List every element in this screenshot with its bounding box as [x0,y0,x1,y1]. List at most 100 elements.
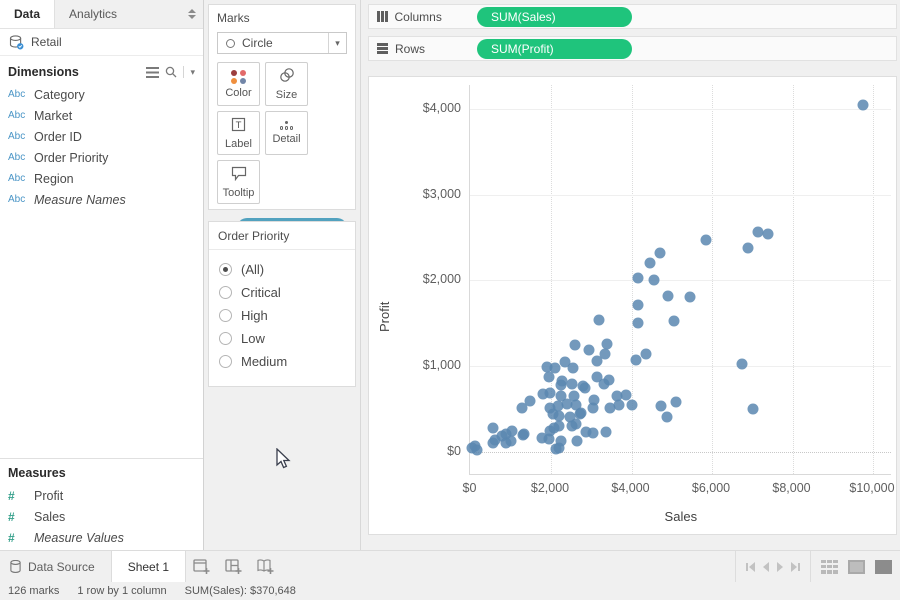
last-sheet-button[interactable] [791,562,800,572]
data-point[interactable] [543,372,554,383]
data-point[interactable] [592,355,603,366]
field-item[interactable]: AbcMeasure Names [0,189,203,210]
data-point[interactable] [567,378,578,389]
size-button[interactable]: Size [265,62,308,106]
tab-data[interactable]: Data [0,0,55,28]
field-item[interactable]: #Sales [0,506,203,527]
data-point[interactable] [668,316,679,327]
field-item[interactable]: AbcOrder Priority [0,147,203,168]
field-item[interactable]: AbcMarket [0,105,203,126]
sheet1-tab[interactable]: Sheet 1 [111,551,186,582]
data-point[interactable] [737,359,748,370]
search-icon[interactable] [165,66,177,78]
new-worksheet-button[interactable] [186,551,218,582]
data-point[interactable] [626,399,637,410]
filter-option[interactable]: Low [219,327,345,350]
datasource-item[interactable]: Retail [0,29,203,56]
new-dashboard-button[interactable] [218,551,250,582]
y-tick-label: $4,000 [399,101,461,115]
data-point[interactable] [554,420,565,431]
label-button[interactable]: TLabel [217,111,260,155]
data-source-tab[interactable]: Data Source [0,551,111,582]
radio-selected-icon[interactable] [219,263,232,276]
detail-button[interactable]: Detail [265,111,308,155]
dot [285,121,288,124]
data-point[interactable] [600,426,611,437]
view-as-list-icon[interactable] [146,67,159,78]
data-point[interactable] [551,443,562,454]
data-point[interactable] [630,354,641,365]
data-point[interactable] [654,247,665,258]
data-point[interactable] [632,272,643,283]
field-label: Measure Values [34,531,124,545]
radio-icon[interactable] [219,332,232,345]
filter-option[interactable]: (All) [219,258,345,281]
tooltip-button[interactable]: Tooltip [217,160,260,204]
data-point[interactable] [644,258,655,269]
data-point[interactable] [568,363,579,374]
data-point[interactable] [662,290,673,301]
field-item[interactable]: #Measure Values [0,527,203,548]
sum-sales-pill[interactable]: SUM(Sales) [477,7,632,27]
field-item[interactable]: AbcRegion [0,168,203,189]
rows-shelf[interactable]: Rows SUM(Profit) [368,36,897,61]
sum-profit-pill[interactable]: SUM(Profit) [477,39,632,59]
data-point[interactable] [671,396,682,407]
data-point[interactable] [748,403,759,414]
data-point[interactable] [632,300,643,311]
radio-icon[interactable] [219,309,232,322]
data-point[interactable] [570,339,581,350]
show-filmstrip-button[interactable] [848,560,865,574]
data-point[interactable] [505,435,516,446]
data-point[interactable] [598,378,609,389]
previous-sheet-button[interactable] [763,562,769,572]
field-item[interactable]: AbcOrder ID [0,126,203,147]
data-point[interactable] [700,235,711,246]
data-point[interactable] [572,435,583,446]
gridline [470,280,891,281]
data-point[interactable] [763,229,774,240]
data-point[interactable] [640,348,651,359]
presentation-mode-button[interactable] [875,560,892,574]
data-point[interactable] [525,395,536,406]
show-tabs-button[interactable] [821,560,838,574]
columns-shelf[interactable]: Columns SUM(Sales) [368,4,897,29]
field-item[interactable]: AbcCategory [0,84,203,105]
x-tick-label: $4,000 [611,481,649,495]
data-point[interactable] [614,399,625,410]
chevron-down-icon[interactable]: ▾ [190,67,195,78]
data-point[interactable] [857,99,868,110]
data-point[interactable] [632,318,643,329]
tab-analytics[interactable]: Analytics [55,0,131,28]
first-sheet-button[interactable] [746,562,755,572]
filter-option[interactable]: Critical [219,281,345,304]
data-point[interactable] [580,382,591,393]
data-point[interactable] [661,411,672,422]
next-sheet-button[interactable] [777,562,783,572]
mark-type-dropdown[interactable]: Circle ▾ [217,32,347,54]
data-point[interactable] [753,227,764,238]
scatter-plot-area[interactable] [469,85,891,475]
data-point[interactable] [684,292,695,303]
data-point[interactable] [594,314,605,325]
color-button[interactable]: Color [217,62,260,106]
data-point[interactable] [584,344,595,355]
data-point[interactable] [648,275,659,286]
data-point[interactable] [571,419,582,430]
data-point[interactable] [544,387,555,398]
data-point[interactable] [471,444,482,455]
abc-icon: Abc [8,110,34,121]
dropdown-arrow-icon[interactable]: ▾ [328,33,346,53]
radio-icon[interactable] [219,355,232,368]
data-point[interactable] [588,428,599,439]
data-point[interactable] [587,402,598,413]
pane-sort-button[interactable] [181,0,203,28]
data-point[interactable] [656,401,667,412]
data-point[interactable] [743,242,754,253]
filter-option[interactable]: Medium [219,350,345,373]
field-item[interactable]: #Profit [0,485,203,506]
radio-icon[interactable] [219,286,232,299]
data-point[interactable] [518,429,529,440]
filter-option[interactable]: High [219,304,345,327]
new-story-button[interactable] [250,551,282,582]
